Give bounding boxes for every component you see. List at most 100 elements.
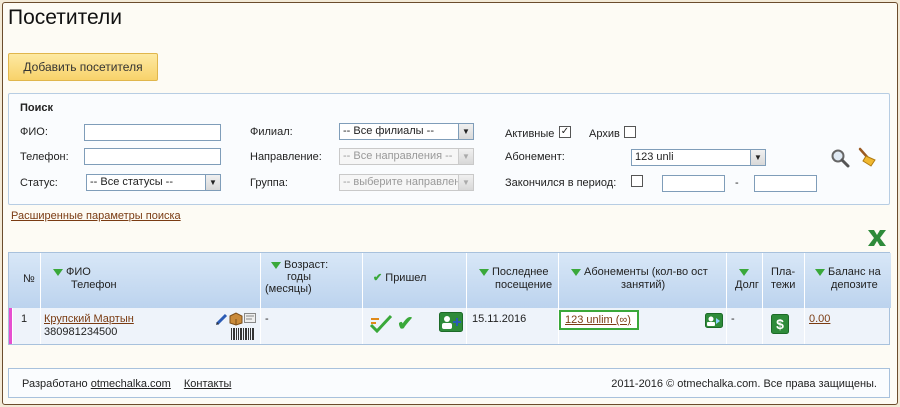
footer-copyright: 2011-2016 © otmechalka.com. Все права за… — [611, 378, 877, 390]
footer-dev-link[interactable]: otmechalka.com — [91, 378, 171, 390]
add-contact-icon[interactable] — [439, 312, 463, 332]
row-last-visit-cell: 15.11.2016 — [467, 308, 559, 344]
svg-text:$: $ — [776, 316, 784, 332]
sort-arrow-icon — [739, 268, 749, 276]
branch-select-value: -- Все филиалы -- — [343, 125, 434, 137]
subscription-select[interactable]: 123 unli ▼ — [631, 149, 766, 166]
broom-icon[interactable] — [856, 146, 878, 168]
visitor-debt: - — [731, 313, 735, 325]
row-came-cell: ✔ — [363, 308, 467, 344]
ended-label: Закончился в период: — [505, 177, 617, 189]
pencil-icon[interactable] — [215, 312, 229, 326]
status-label: Статус: — [20, 177, 58, 189]
col-debt-label: Долг — [735, 279, 759, 291]
status-select[interactable]: -- Все статусы -- ▼ — [86, 174, 221, 191]
row-payments-cell: $ — [763, 308, 805, 344]
date-separator: - — [735, 177, 739, 189]
active-checkbox[interactable]: ✓ — [559, 126, 571, 138]
col-payments-sub: тежи — [771, 279, 796, 291]
last-visit-date: 15.11.2016 — [472, 313, 527, 325]
subscription-link[interactable]: 123 unlim (∞) — [565, 314, 631, 326]
group-select-value: -- выберите направление -- — [343, 176, 474, 188]
visitor-age: - — [265, 313, 269, 325]
direction-select[interactable]: -- Все направления -- ▼ — [339, 148, 474, 165]
col-payments-header: Пла- тежи — [763, 253, 805, 308]
dollar-icon[interactable]: $ — [771, 314, 789, 334]
chevron-down-icon: ▼ — [750, 150, 765, 165]
sort-arrow-icon — [571, 268, 581, 276]
col-came-header[interactable]: ✔ Пришел — [363, 253, 467, 308]
col-came-label: Пришел — [385, 272, 427, 284]
active-label: Активные — [505, 128, 555, 140]
col-age-header[interactable]: Возраст: годы (месяцы) — [261, 253, 363, 308]
archive-label: Архив — [589, 128, 620, 140]
page-title: Посетители — [8, 6, 122, 29]
ended-checkbox[interactable] — [631, 175, 643, 187]
row-num-cell: 1 — [13, 308, 41, 344]
subscription-select-value: 123 unli — [635, 151, 674, 163]
row-age-cell: - — [261, 308, 363, 344]
col-subscriptions-sub: занятий) — [621, 279, 666, 291]
fio-input[interactable] — [84, 124, 221, 141]
col-age-label: Возраст: — [284, 259, 329, 271]
phone-input[interactable] — [84, 148, 221, 165]
col-balance-label: Баланс на — [828, 266, 881, 278]
col-balance-header[interactable]: Баланс на депозите — [805, 253, 891, 308]
chevron-down-icon: ▼ — [458, 175, 473, 190]
direction-select-value: -- Все направления -- — [343, 150, 453, 162]
col-subscriptions-label: Абонементы (кол-во ост — [584, 266, 708, 278]
footer-dev-prefix: Разработано — [22, 378, 88, 390]
chevron-down-icon: ▼ — [458, 149, 473, 164]
extended-search-link[interactable]: Расширенные параметры поиска — [11, 210, 181, 222]
col-debt-header[interactable]: Долг — [727, 253, 763, 308]
row-debt-cell: - — [727, 308, 763, 344]
mark-visit-pen-icon[interactable] — [369, 313, 393, 333]
barcode-icon[interactable] — [231, 328, 255, 340]
col-age-sub1: годы — [287, 271, 311, 283]
date-from-input[interactable] — [662, 175, 725, 192]
col-num-label: № — [23, 273, 35, 285]
excel-export-icon[interactable] — [866, 228, 888, 248]
col-num-header: № — [9, 253, 41, 308]
status-select-value: -- Все статусы -- — [90, 176, 174, 188]
col-payments-label: Пла- — [771, 266, 796, 278]
footer-left: Разработано otmechalka.com Контакты — [22, 378, 231, 390]
check-icon[interactable]: ✔ — [397, 311, 414, 336]
sort-arrow-icon — [479, 268, 489, 276]
visitors-table: № ФИО Телефон Возраст: годы (месяцы) ✔ П… — [8, 252, 891, 345]
col-last-visit-label: Последнее — [492, 266, 549, 278]
col-last-visit-sub: посещение — [495, 279, 553, 291]
group-select[interactable]: -- выберите направление -- ▼ — [339, 174, 474, 191]
branch-select[interactable]: -- Все филиалы -- ▼ — [339, 123, 474, 140]
row-subscriptions-cell: 123 unlim (∞) — [559, 308, 727, 344]
chevron-down-icon: ▼ — [458, 124, 473, 139]
branch-label: Филиал: — [250, 126, 293, 138]
search-panel: Поиск ФИО: Телефон: Статус: -- Все стату… — [8, 93, 890, 205]
footer: Разработано otmechalka.com Контакты 2011… — [8, 368, 890, 398]
phone-label: Телефон: — [20, 151, 69, 163]
balance-link[interactable]: 0.00 — [809, 313, 830, 325]
check-icon: ✔ — [373, 272, 383, 284]
col-last-visit-header[interactable]: Последнее посещение — [467, 253, 559, 308]
col-phone-label: Телефон — [71, 279, 117, 291]
search-icon[interactable] — [830, 148, 850, 168]
add-visitor-button[interactable]: Добавить посетителя — [8, 53, 158, 81]
date-to-input[interactable] — [754, 175, 817, 192]
subscription-badge: 123 unlim (∞) — [559, 310, 639, 330]
row-balance-cell: 0.00 — [805, 308, 889, 344]
chevron-down-icon: ▼ — [205, 175, 220, 190]
row-fio-cell: Крупский Мартын 380981234500 — [41, 308, 261, 344]
col-subscriptions-header[interactable]: Абонементы (кол-во ост занятий) — [559, 253, 727, 308]
archive-checkbox[interactable] — [624, 126, 636, 138]
subscription-label: Абонемент: — [505, 151, 565, 163]
subscription-edit-icon[interactable] — [705, 313, 723, 328]
visitor-name-link[interactable]: Крупский Мартын — [44, 313, 134, 325]
col-fio-header[interactable]: ФИО Телефон — [41, 253, 261, 308]
footer-contacts-link[interactable]: Контакты — [184, 378, 232, 390]
package-icon[interactable] — [228, 310, 244, 326]
card-icon[interactable] — [244, 313, 256, 323]
fio-label: ФИО: — [20, 126, 48, 138]
sort-arrow-icon — [53, 268, 63, 276]
col-age-sub2: (месяцы) — [265, 283, 312, 295]
sort-arrow-icon — [271, 261, 281, 269]
